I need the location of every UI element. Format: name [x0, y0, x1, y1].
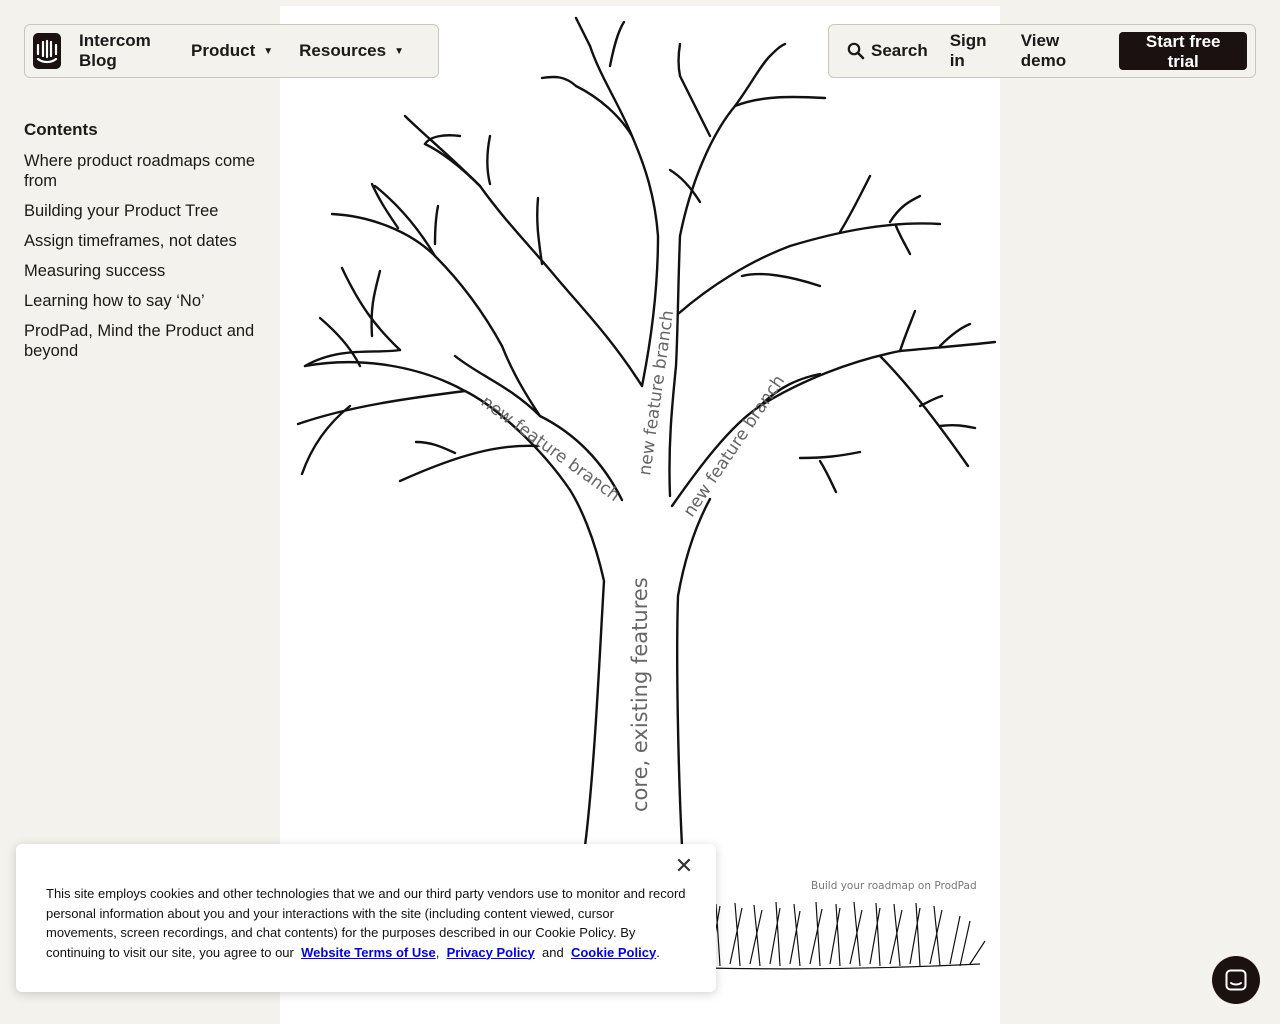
product-menu-label: Product — [191, 41, 256, 60]
terms-of-use-link[interactable]: Website Terms of Use — [301, 945, 436, 960]
product-menu[interactable]: Product ▼ — [191, 41, 273, 61]
contents-sidebar: Contents Where product roadmaps come fro… — [24, 120, 260, 371]
cookie-notice-text: This site employs cookies and other tech… — [46, 884, 688, 962]
close-icon[interactable]: ✕ — [674, 855, 694, 877]
cookie-period: . — [656, 944, 660, 960]
account-nav: Search Sign in View demo Start free tria… — [828, 24, 1256, 78]
label-branch-right: new feature branch — [680, 372, 790, 521]
toc-item-roadmaps-origin[interactable]: Where product roadmaps come from — [24, 151, 260, 191]
cookie-and-text: and — [542, 944, 564, 960]
sign-in-link[interactable]: Sign in — [950, 31, 999, 71]
contents-title: Contents — [24, 120, 98, 139]
cookie-separator: , — [435, 944, 440, 960]
tree-labels: new feature branch new feature branch ne… — [477, 309, 977, 892]
chat-icon — [1225, 969, 1247, 991]
intercom-logo[interactable] — [33, 33, 61, 69]
view-demo-link[interactable]: View demo — [1021, 31, 1098, 71]
label-branch-middle: new feature branch — [635, 309, 678, 477]
cookie-banner: ✕ This site employs cookies and other te… — [16, 844, 716, 992]
main-nav: Intercom Blog Product ▼ Resources ▼ — [24, 24, 439, 78]
toc-item-timeframes[interactable]: Assign timeframes, not dates — [24, 231, 260, 251]
resources-menu[interactable]: Resources ▼ — [299, 41, 404, 61]
toc-item-prodpad[interactable]: ProdPad, Mind the Product and beyond — [24, 321, 260, 361]
cookie-policy-link[interactable]: Cookie Policy — [571, 945, 656, 960]
privacy-policy-link[interactable]: Privacy Policy — [447, 945, 535, 960]
intercom-logo-icon — [36, 39, 58, 64]
prodpad-credit: Build your roadmap on ProdPad — [811, 880, 977, 892]
caret-down-icon: ▼ — [394, 45, 404, 57]
search-label: Search — [871, 41, 928, 60]
toc-item-measuring-success[interactable]: Measuring success — [24, 261, 260, 281]
start-free-trial-button[interactable]: Start free trial — [1119, 32, 1248, 71]
search-button[interactable]: Search — [847, 41, 928, 61]
toc-item-product-tree[interactable]: Building your Product Tree — [24, 201, 260, 221]
grass-illustration — [699, 901, 986, 970]
blog-home-link[interactable]: Intercom Blog — [79, 31, 165, 71]
caret-down-icon: ▼ — [263, 45, 274, 57]
resources-menu-label: Resources — [299, 41, 387, 60]
toc-item-saying-no[interactable]: Learning how to say ‘No’ — [24, 291, 260, 311]
search-icon — [847, 42, 865, 60]
chat-launcher-button[interactable] — [1212, 956, 1260, 1004]
page: new feature branch new feature branch ne… — [0, 0, 1280, 1024]
label-trunk: core, existing features — [628, 577, 652, 812]
